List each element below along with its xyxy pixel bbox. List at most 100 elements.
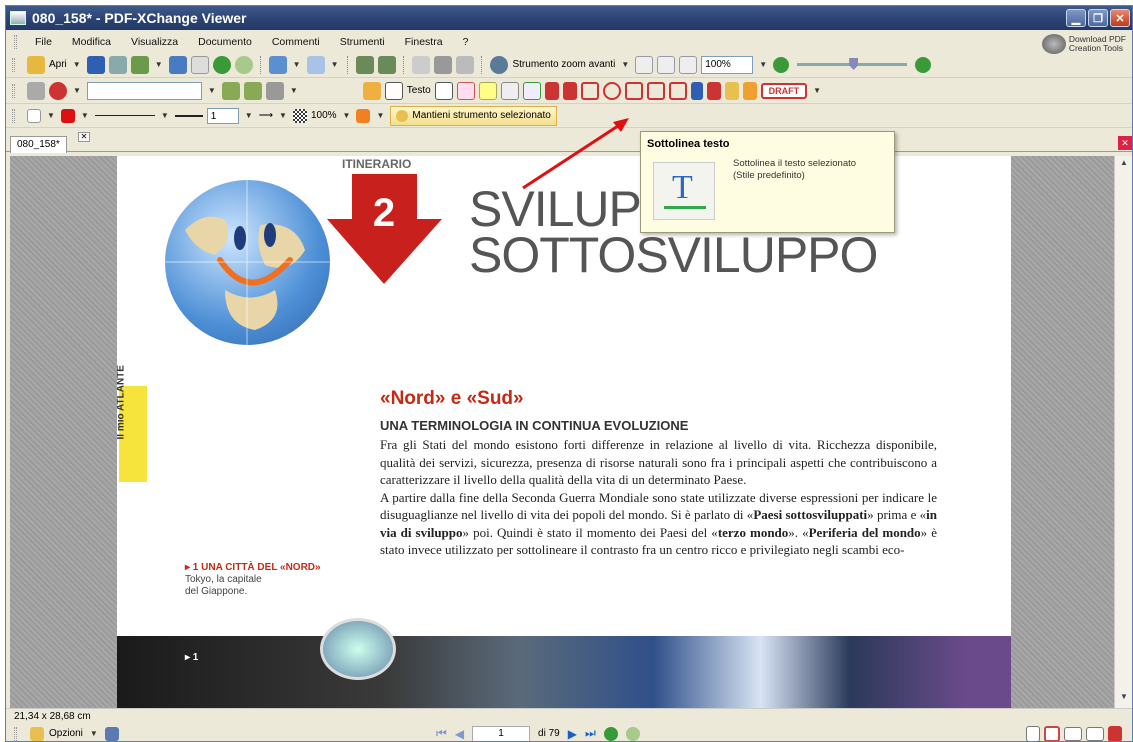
line-style-dropdown-icon[interactable]: ▼	[161, 111, 169, 120]
next-page-icon[interactable]: ▶	[568, 727, 577, 741]
continuous-facing-icon[interactable]	[1086, 726, 1104, 741]
opacity-dropdown-icon[interactable]: ▼	[343, 111, 351, 120]
close-button[interactable]: ✕	[1110, 9, 1130, 27]
fit-page-icon[interactable]	[657, 55, 676, 74]
line-width-dropdown-icon[interactable]: ▼	[245, 111, 253, 120]
snapshot-icon[interactable]	[434, 55, 453, 74]
document-viewport[interactable]: ITINERARIO 2 SVILUPPO E SOTTOSVILUPPO Il…	[10, 156, 1114, 708]
menu-commenti[interactable]: Commenti	[262, 36, 330, 48]
first-page-icon[interactable]: ⏮	[436, 726, 447, 741]
menu-file[interactable]: File	[25, 36, 62, 48]
scroll-up-icon[interactable]: ▲	[1118, 158, 1130, 172]
highlight-text-icon[interactable]	[478, 81, 497, 100]
select-text-icon[interactable]	[456, 55, 475, 74]
arrow-end-icon[interactable]: ⟶	[259, 110, 273, 121]
undo-dropdown-icon[interactable]: ▼	[293, 60, 301, 69]
underline-text-icon[interactable]	[522, 81, 541, 100]
draft-dropdown-icon[interactable]: ▼	[813, 86, 821, 95]
attachment-icon[interactable]	[104, 726, 119, 741]
sticky-note-icon[interactable]	[362, 81, 381, 100]
fit-width-icon[interactable]	[679, 55, 698, 74]
stamp-tool-icon[interactable]	[742, 81, 757, 100]
fill-color-swatch[interactable]	[27, 108, 41, 123]
nav-forward-icon[interactable]	[625, 726, 640, 741]
strikeout-text-icon[interactable]	[500, 81, 519, 100]
testo-label[interactable]: Testo	[407, 85, 431, 96]
rotate-left-icon[interactable]	[356, 55, 375, 74]
hand-tool-icon[interactable]	[412, 55, 431, 74]
ocr-icon[interactable]	[190, 55, 209, 74]
tab-document[interactable]: 080_158*	[10, 136, 67, 153]
pdf-icon[interactable]	[1108, 725, 1122, 741]
line-tool-icon[interactable]	[562, 81, 577, 100]
vertical-scrollbar[interactable]: ▲ ▼	[1114, 156, 1132, 708]
font-name-dropdown-icon[interactable]: ▼	[208, 86, 216, 95]
menu-finestra[interactable]: Finestra	[395, 36, 453, 48]
options-button[interactable]: Opzioni	[49, 728, 83, 739]
zoom-slider[interactable]	[797, 58, 908, 70]
pentagon-tool-icon[interactable]	[646, 81, 665, 100]
single-page-icon[interactable]	[1026, 725, 1040, 741]
line-style-sample[interactable]	[94, 115, 155, 116]
scroll-down-icon[interactable]: ▼	[1118, 692, 1130, 706]
zoom-plus-icon[interactable]	[915, 56, 932, 73]
oval-tool-icon[interactable]	[602, 81, 621, 100]
menu-visualizza[interactable]: Visualizza	[121, 36, 188, 48]
menu-strumenti[interactable]: Strumenti	[330, 36, 395, 48]
line-color-dropdown-icon[interactable]: ▼	[81, 111, 89, 120]
forward-icon[interactable]	[234, 55, 253, 74]
back-icon[interactable]	[212, 55, 231, 74]
actual-size-icon[interactable]	[635, 55, 654, 74]
rotate-right-icon[interactable]	[378, 55, 397, 74]
callout-icon[interactable]	[434, 81, 453, 100]
maximize-button[interactable]: ❐	[1088, 9, 1108, 27]
last-page-icon[interactable]: ⏭	[585, 726, 596, 741]
open-button-label[interactable]: Apri	[49, 59, 67, 70]
menu-help[interactable]: ?	[453, 36, 479, 48]
typewriter-icon[interactable]	[456, 81, 475, 100]
arrow-end-dropdown-icon[interactable]: ▼	[279, 111, 287, 120]
zoom-level-field[interactable]: 100%	[701, 55, 754, 74]
stamp2-icon[interactable]	[243, 81, 262, 100]
font-name-field[interactable]	[86, 81, 202, 100]
spelling-icon[interactable]	[49, 81, 67, 100]
textbox-icon[interactable]	[384, 81, 403, 100]
zoom-tool-label[interactable]: Strumento zoom avanti	[512, 59, 615, 70]
zoom-slider-knob[interactable]	[849, 58, 859, 70]
open-folder-icon[interactable]	[27, 55, 45, 74]
stamp-icon[interactable]	[221, 81, 240, 100]
minimize-button[interactable]: ▁	[1066, 9, 1086, 27]
fill-color-dropdown-icon[interactable]: ▼	[47, 111, 55, 120]
arrow-tool-icon[interactable]	[544, 81, 559, 100]
menu-documento[interactable]: Documento	[188, 36, 262, 48]
save-icon[interactable]	[86, 55, 105, 74]
options-icon[interactable]	[30, 726, 44, 741]
continuous-page-icon[interactable]	[1044, 725, 1060, 741]
rectangle-tool-icon[interactable]	[580, 81, 599, 100]
print-icon[interactable]	[108, 55, 127, 74]
nav-back-icon[interactable]	[603, 726, 618, 741]
search-icon[interactable]	[168, 55, 187, 74]
undo-icon[interactable]	[268, 55, 287, 74]
cloud-tool-icon[interactable]	[668, 81, 687, 100]
eraser-icon[interactable]	[724, 81, 739, 100]
pencil-icon[interactable]	[706, 81, 721, 100]
menu-modifica[interactable]: Modifica	[62, 36, 121, 48]
pin-icon[interactable]	[690, 81, 703, 100]
attach-icon[interactable]	[265, 81, 284, 100]
options-dropdown-icon[interactable]: ▼	[90, 729, 98, 738]
draft-stamp[interactable]: DRAFT	[760, 82, 808, 99]
style-icon[interactable]	[356, 108, 371, 123]
hide-comments-icon[interactable]	[27, 81, 45, 100]
opacity-value[interactable]: 100%	[311, 110, 337, 121]
close-document-icon[interactable]: ✕	[1118, 136, 1132, 150]
spelling-dropdown-icon[interactable]: ▼	[73, 86, 81, 95]
zoom-out-icon[interactable]	[773, 56, 790, 73]
previous-page-icon[interactable]: ◀	[455, 727, 464, 741]
style-dropdown-icon[interactable]: ▼	[376, 111, 384, 120]
redo-icon[interactable]	[306, 55, 325, 74]
zoom-in-icon[interactable]	[490, 55, 509, 74]
tab-close-icon[interactable]: ✕	[78, 132, 90, 142]
page-number-field[interactable]: 1	[472, 725, 531, 741]
zoom-tool-dropdown-icon[interactable]: ▼	[621, 60, 629, 69]
